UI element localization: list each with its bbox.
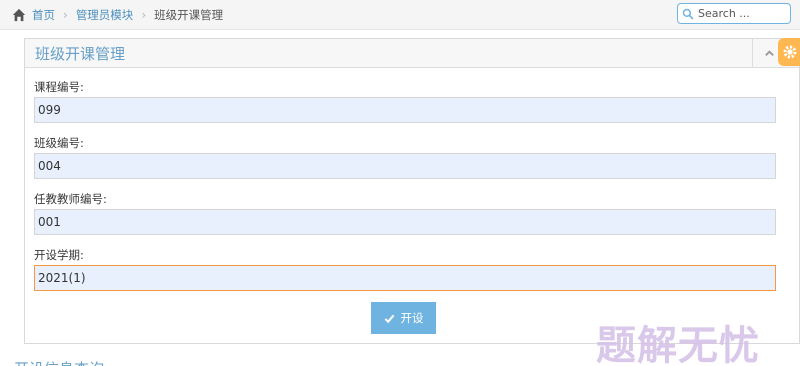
semester-label: 开设学期: bbox=[34, 248, 84, 262]
class-id-input[interactable] bbox=[34, 153, 776, 179]
search-input[interactable] bbox=[698, 7, 786, 20]
submit-button-label: 开设 bbox=[400, 311, 424, 325]
teacher-id-input[interactable] bbox=[34, 209, 776, 235]
breadcrumb-home-link[interactable]: 首页 bbox=[32, 7, 55, 23]
teacher-id-label: 任教教师编号: bbox=[34, 192, 107, 206]
home-icon[interactable] bbox=[12, 8, 26, 22]
submit-button[interactable]: 开设 bbox=[371, 302, 436, 334]
form-body: 课程编号: 班级编号: 任教教师编号: 开设学期: bbox=[34, 77, 776, 301]
widget-title: 班级开课管理 bbox=[35, 45, 126, 63]
breadcrumb-bar: 首页 › 管理员模块 › 班级开课管理 bbox=[0, 0, 800, 30]
breadcrumb-current: 班级开课管理 bbox=[154, 8, 224, 22]
breadcrumb-module-link[interactable]: 管理员模块 bbox=[76, 7, 134, 23]
class-id-label: 班级编号: bbox=[34, 136, 84, 150]
enrollment-query-link[interactable]: 开设信息查询 bbox=[14, 358, 104, 366]
course-id-field: 课程编号: bbox=[34, 77, 776, 133]
search-box bbox=[677, 3, 791, 24]
class-id-field: 班级编号: bbox=[34, 133, 776, 189]
semester-field: 开设学期: bbox=[34, 245, 776, 301]
breadcrumb-separator-icon: › bbox=[63, 8, 68, 22]
form-widget: 班级开课管理 课程编号: 班级编号: 任教教师编号: 开设学期: bbox=[24, 38, 800, 344]
settings-toggle[interactable] bbox=[778, 38, 800, 66]
watermark-logo: 题解无忧 bbox=[596, 323, 760, 366]
breadcrumb: 首页 › 管理员模块 › 班级开课管理 bbox=[12, 7, 223, 23]
breadcrumb-separator-icon: › bbox=[141, 8, 147, 22]
course-id-input[interactable] bbox=[34, 97, 776, 123]
collapse-icon[interactable] bbox=[764, 48, 775, 59]
search-icon bbox=[682, 8, 694, 19]
widget-header: 班级开课管理 bbox=[25, 39, 799, 68]
gear-icon bbox=[783, 45, 797, 59]
course-id-label: 课程编号: bbox=[34, 80, 84, 94]
check-icon bbox=[384, 314, 394, 323]
semester-input[interactable] bbox=[34, 265, 776, 291]
teacher-id-field: 任教教师编号: bbox=[34, 189, 776, 245]
